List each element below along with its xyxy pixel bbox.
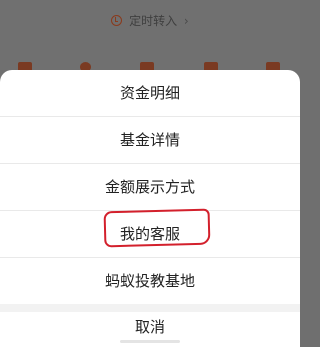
menu-item-fund-details-ledger[interactable]: 资金明细 <box>0 70 300 116</box>
action-sheet: 资金明细 基金详情 金额展示方式 我的客服 蚂蚁投教基地 取消 <box>0 70 300 347</box>
scheduled-transfer-label: 定时转入 <box>129 14 178 28</box>
menu-item-amount-display-mode[interactable]: 金额展示方式 <box>0 164 300 210</box>
chevron-right-icon: › <box>183 14 189 28</box>
scheduled-transfer-link: 定时转入 › <box>0 12 300 29</box>
clock-icon <box>111 15 123 26</box>
menu-item-investor-education[interactable]: 蚂蚁投教基地 <box>0 258 300 304</box>
highlight-annotation <box>103 208 211 248</box>
home-indicator <box>120 340 180 343</box>
menu-item-fund-info[interactable]: 基金详情 <box>0 117 300 163</box>
